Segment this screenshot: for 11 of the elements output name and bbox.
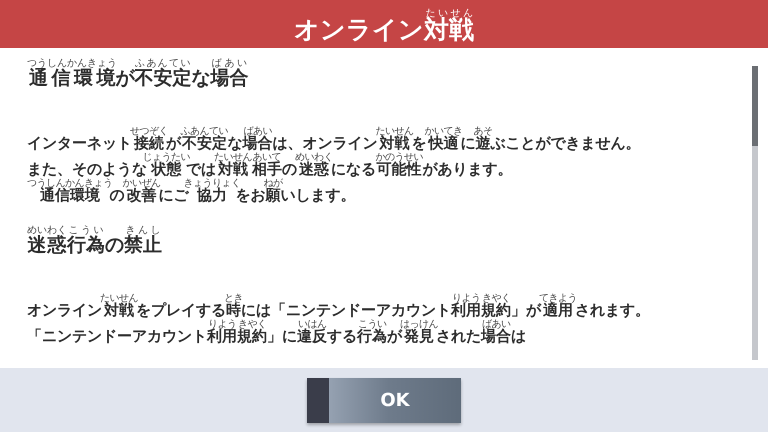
body-text: 「ニンテンドーアカウント利用 りよう 規約 きやく 」に違反 いはん する行為 こうい が発見 はっけん された場合 ばあい は [27,319,527,344]
section-heading: 通信環境 つうしんかんきょう が不安定 ふあんてい な場合 ばあい [27,58,250,88]
section-heading: 迷惑 めいわく 行為 こうい の禁止 きんし [27,225,163,255]
body-text: また、そのような 状態 じょうたい では対戦 たいせん 相手 あいて の迷惑 めいわく になる可能性 かのうせい があります。 [27,152,514,177]
body-text: インターネット 接続 せつぞく が不安定 ふあんてい な場合 ばあい は、オンライン対戦 たいせん を快適 かいてき に遊 あそ ぶことができません。 [27,126,642,151]
body-text: オンライン対戦 たいせん をプレイする時 とき には「ニンテンドーアカウント利用 りよう 規約 きやく 」が適用 てきよう されます。 [27,293,651,318]
body-text: 通信環境 つうしんかんきょう の改善 かいぜん にご 協力 きょうりょく をお願 ねが いします。 [27,178,356,203]
scrollbar-thumb[interactable] [752,66,758,146]
screen-title: オンライン対戦 たいせん [294,8,474,42]
ok-button[interactable]: OK [307,378,461,422]
scrollbar-track[interactable] [752,66,758,360]
